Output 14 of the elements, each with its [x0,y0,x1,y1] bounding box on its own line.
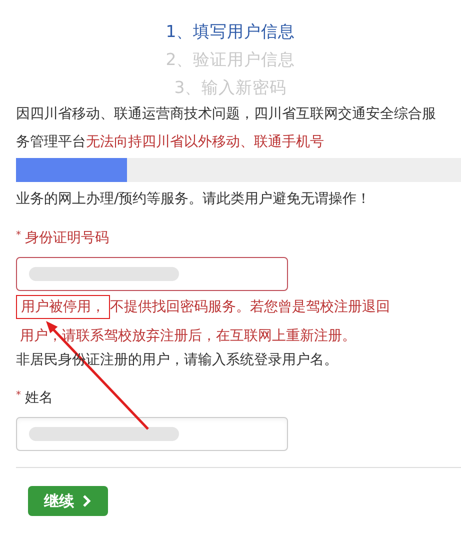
text-field[interactable] [16,257,288,291]
error-message: 不提供找回密码服务。若您曾是驾校注册退回 [110,298,390,317]
required-marker: * [16,229,21,243]
required-marker: * [16,389,21,403]
field-label: 姓名 [25,389,53,408]
chevron-right-icon [82,495,92,507]
field-label: 身份证明号码 [25,229,109,248]
step-label: 1、填写用户信息 [166,21,296,43]
text-field[interactable] [16,417,288,451]
highlighted-text: 用户被停用， [16,295,110,319]
continue-button[interactable]: 继续 [28,486,108,516]
error-message: 用户，请联系驾校放弃注册后，在互联网上重新注册。 [19,327,356,346]
notice-text: 业务的网上办理/预约等服务。请此类用户避免无谓操作！ [15,190,372,209]
notice-text: 因四川省移动、联通运营商技术问题，四川省互联网交通安全综合服务管理平台无法向持四川省以外移动、联通手机号 [16,105,437,152]
